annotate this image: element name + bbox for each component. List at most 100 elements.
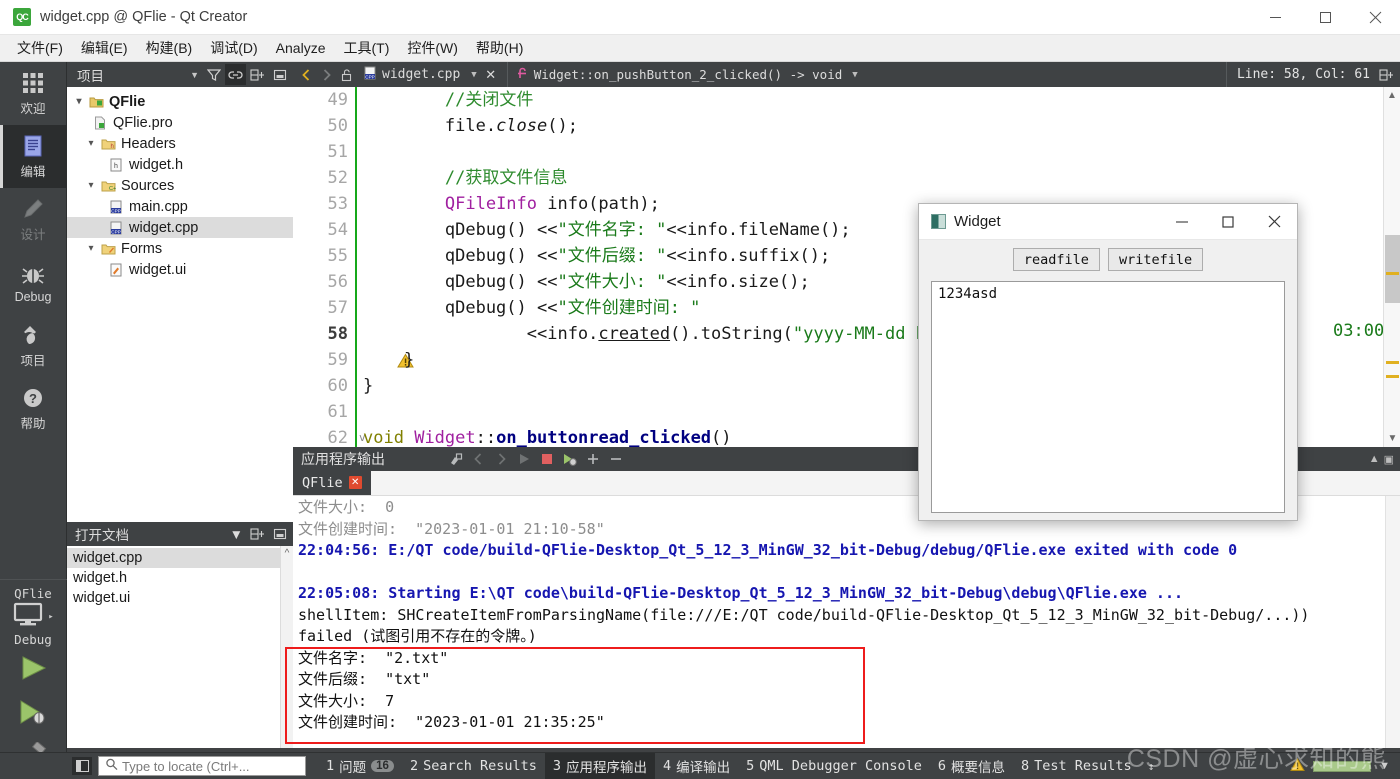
project-panel-title: 项目 (77, 68, 104, 84)
clean-icon[interactable] (445, 449, 465, 469)
chevron-down-icon[interactable]: ▼ (230, 527, 243, 542)
output-tab-qflie[interactable]: QFlie ✕ (293, 470, 371, 495)
code-line-51[interactable]: 51 (293, 139, 1382, 165)
widget-dialog[interactable]: Widget readfile writefile 1234asd (918, 203, 1298, 521)
run-button[interactable] (0, 647, 67, 691)
output-scrollbar[interactable] (1385, 496, 1400, 748)
menu-analyze[interactable]: Analyze (267, 37, 335, 59)
tree-node-widget-h[interactable]: h widget.h (67, 154, 293, 175)
pane-stepper-icon[interactable]: ↕ (1148, 760, 1155, 773)
open-documents-list[interactable]: widget.cpp widget.h widget.ui ^ (67, 546, 293, 748)
mode-projects[interactable]: 项目 (0, 314, 67, 377)
scroll-up-icon[interactable]: ^ (281, 546, 293, 559)
dialog-close-icon[interactable] (1251, 204, 1297, 240)
status-item-test-results[interactable]: 8 Test Results (1013, 755, 1140, 777)
mode-help[interactable]: ? 帮助 (0, 377, 67, 440)
mode-design[interactable]: 设计 (0, 188, 67, 251)
tree-node-main-cpp[interactable]: CPP main.cpp (67, 196, 293, 217)
minimize-icon[interactable] (1250, 0, 1300, 35)
status-item-qml-debugger-console[interactable]: 5 QML Debugger Console (738, 755, 930, 777)
dialog-minimize-icon[interactable] (1159, 204, 1205, 240)
split-icon[interactable] (247, 64, 268, 85)
editor-file-chip[interactable]: CPP widget.cpp ▼ (359, 66, 477, 84)
locator-input[interactable]: Type to locate (Ctrl+... (98, 756, 306, 776)
panel-collapse-icon[interactable]: ▲ (1369, 453, 1380, 465)
tree-node-qflie-pro[interactable]: QFlie.pro (67, 112, 293, 133)
panel-maximize-icon[interactable]: ▣ (1384, 453, 1394, 466)
open-documents-scrollbar[interactable]: ^ (280, 546, 293, 748)
open-doc-widget-h[interactable]: widget.h (67, 568, 293, 588)
stop-icon[interactable] (537, 449, 557, 469)
readfile-button[interactable]: readfile (1012, 248, 1100, 271)
status-collapse-icon[interactable]: ▼ (1379, 760, 1390, 772)
open-doc-widget-ui[interactable]: widget.ui (67, 588, 293, 608)
tree-node-headers[interactable]: ▾ h Headers (67, 133, 293, 154)
chevron-down-icon[interactable]: ▾ (83, 243, 99, 254)
unlock-icon[interactable] (336, 64, 356, 86)
chevron-down-icon[interactable]: ▼ (852, 70, 857, 80)
application-output[interactable]: 文件大小: 0 文件创建时间: "2023-01-01 21:10-58" 22… (293, 496, 1400, 748)
tree-node-qflie[interactable]: ▾ QFlie (67, 91, 293, 112)
status-item-issues[interactable]: 1 问题 16 (318, 753, 402, 779)
kit-selector[interactable]: QFlie ▸ Debug (12, 580, 54, 647)
sidebar-toggle-icon[interactable] (72, 757, 92, 775)
debug-run-button[interactable] (0, 691, 67, 735)
forward-icon[interactable] (316, 64, 336, 86)
open-doc-widget-cpp[interactable]: widget.cpp (67, 548, 293, 568)
next-icon[interactable] (491, 449, 511, 469)
menu-file[interactable]: 文件(F) (8, 35, 72, 61)
menu-edit[interactable]: 编辑(E) (72, 35, 137, 61)
status-item-compile-output[interactable]: 4 编译输出 (655, 753, 738, 779)
editor-scroll-thumb[interactable] (1385, 235, 1400, 303)
attach-debugger-icon[interactable] (560, 449, 580, 469)
editor-scrollbar[interactable]: ▲ ▼ (1383, 87, 1400, 447)
chevron-down-icon[interactable]: ▼ (190, 70, 199, 80)
chevron-down-icon[interactable]: ▾ (71, 96, 87, 107)
tree-node-forms[interactable]: ▾ Forms (67, 238, 293, 259)
back-icon[interactable] (296, 64, 316, 86)
menu-build[interactable]: 构建(B) (137, 35, 202, 61)
minimize-panel-icon[interactable] (269, 524, 290, 545)
chevron-down-icon[interactable]: ▾ (83, 180, 99, 191)
status-item-overview[interactable]: 6 概要信息 (930, 753, 1013, 779)
status-item-application-output[interactable]: 3 应用程序输出 (544, 753, 656, 779)
rerun-icon[interactable] (514, 449, 534, 469)
tree-node-sources[interactable]: ▾ C+ Sources (67, 175, 293, 196)
menu-tools[interactable]: 工具(T) (334, 35, 398, 61)
writefile-button[interactable]: writefile (1107, 248, 1204, 271)
editor-close-icon[interactable]: ✕ (481, 64, 501, 86)
line-text: //关闭文件 (363, 90, 534, 110)
code-line-52[interactable]: 52 //获取文件信息 (293, 165, 1382, 191)
tree-node-widget-ui[interactable]: widget.ui (67, 259, 293, 280)
scroll-up-icon[interactable]: ▲ (1384, 87, 1400, 104)
open-documents-toolbar (247, 524, 293, 545)
dialog-textedit[interactable]: 1234asd (931, 281, 1285, 513)
mode-debug[interactable]: Debug (0, 251, 67, 314)
split-icon[interactable] (247, 524, 268, 545)
menu-help[interactable]: 帮助(H) (467, 35, 532, 61)
status-item-search-results[interactable]: 2 Search Results (402, 755, 545, 777)
filter-icon[interactable] (203, 64, 224, 85)
code-line-49[interactable]: 49 //关闭文件 (293, 87, 1382, 113)
editor-symbol-chip[interactable]: Widget::on_pushButton_2_clicked() -> voi… (506, 62, 858, 87)
dialog-maximize-icon[interactable] (1205, 204, 1251, 240)
project-tree[interactable]: ▾ QFlie QFlie.pro ▾ h Headers h widget.h (67, 87, 293, 522)
mode-welcome[interactable]: 欢迎 (0, 62, 67, 125)
minus-icon[interactable] (606, 449, 626, 469)
chevron-down-icon[interactable]: ▾ (83, 138, 99, 149)
chevron-down-icon[interactable]: ▼ (471, 70, 476, 80)
menu-debug[interactable]: 调试(D) (201, 35, 266, 61)
minimize-panel-icon[interactable] (269, 64, 290, 85)
plus-icon[interactable] (583, 449, 603, 469)
split-editor-icon[interactable] (1376, 64, 1396, 86)
mode-edit[interactable]: 编辑 (0, 125, 67, 188)
menu-widgets[interactable]: 控件(W) (398, 35, 467, 61)
tree-node-widget-cpp[interactable]: CPP widget.cpp (67, 217, 293, 238)
prev-icon[interactable] (468, 449, 488, 469)
link-icon[interactable] (225, 64, 246, 85)
code-line-50[interactable]: 50 file.close(); (293, 113, 1382, 139)
scroll-down-icon[interactable]: ▼ (1384, 430, 1400, 447)
maximize-icon[interactable] (1300, 0, 1350, 35)
close-icon[interactable] (1350, 0, 1400, 35)
close-icon[interactable]: ✕ (348, 476, 362, 489)
